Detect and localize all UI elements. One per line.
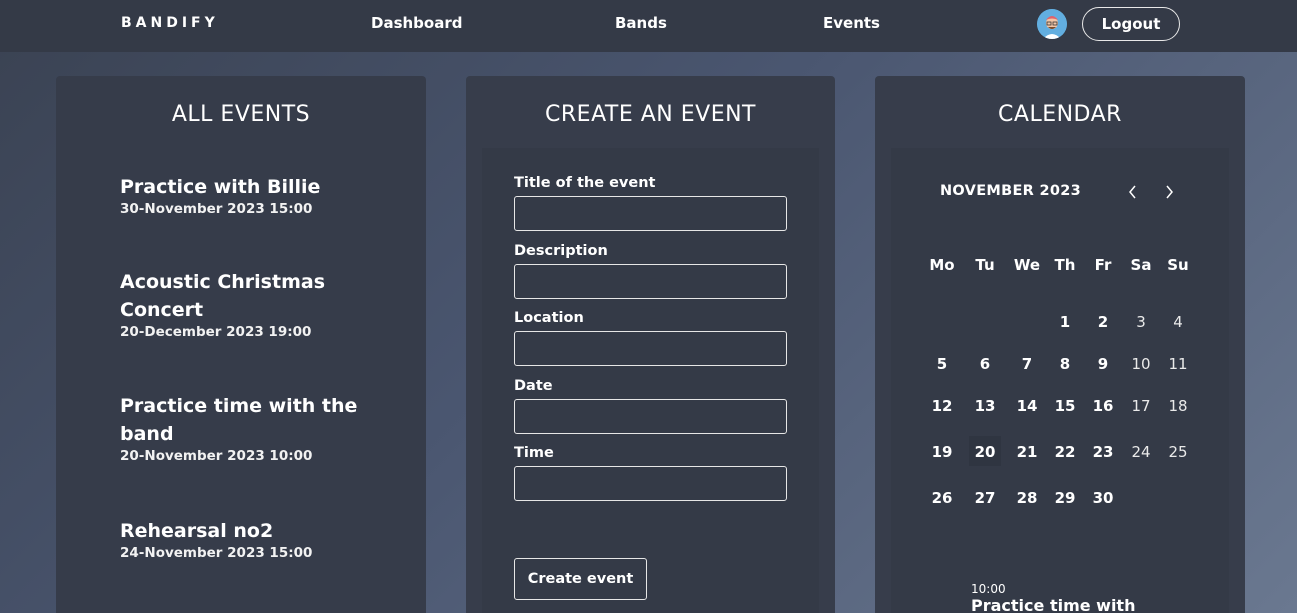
calendar-widget [891, 148, 1229, 613]
calendar-month-label: NOVEMBER 2023 [940, 183, 1082, 199]
calendar-title: CALENDAR [998, 102, 1122, 127]
time-label: Time [514, 445, 554, 461]
event-date: 20-November 2023 10:00 [120, 448, 313, 464]
nav-events-link[interactable]: Events [823, 14, 880, 32]
description-label: Description [514, 243, 608, 259]
event-title: Acoustic Christmas Concert [120, 271, 326, 321]
calendar-day[interactable]: 9 [1086, 355, 1120, 373]
event-list-item[interactable]: Rehearsal no2 24-November 2023 15:00 [120, 517, 360, 561]
calendar-day[interactable]: 17 [1124, 397, 1158, 415]
calendar-day[interactable]: 14 [1010, 397, 1044, 415]
calendar-day[interactable]: 12 [925, 397, 959, 415]
weekday-label: We [1013, 256, 1041, 274]
all-events-title: ALL EVENTS [171, 102, 311, 127]
calendar-day[interactable]: 19 [925, 443, 959, 461]
calendar-day[interactable]: 7 [1010, 355, 1044, 373]
calendar-day[interactable]: 3 [1124, 313, 1158, 331]
calendar-day[interactable]: 8 [1048, 355, 1082, 373]
calendar-day[interactable]: 25 [1161, 443, 1195, 461]
calendar-next-button[interactable] [1159, 180, 1179, 204]
description-input[interactable] [514, 264, 787, 299]
calendar-day[interactable]: 29 [1048, 489, 1082, 507]
calendar-day[interactable]: 22 [1048, 443, 1082, 461]
time-input[interactable] [514, 466, 787, 501]
top-nav: BANDIFY Dashboard Bands Events Logout [0, 0, 1297, 52]
event-list-item[interactable]: Acoustic Christmas Concert 20-December 2… [120, 268, 360, 340]
calendar-day[interactable]: 30 [1086, 489, 1120, 507]
event-list-item[interactable]: Practice time with the band 20-November … [120, 392, 360, 464]
weekday-label: Th [1054, 256, 1076, 274]
calendar-day[interactable]: 21 [1010, 443, 1044, 461]
chevron-left-icon [1129, 185, 1136, 199]
event-title: Practice with Billie [120, 176, 321, 198]
create-event-title: CREATE AN EVENT [545, 102, 756, 127]
location-input[interactable] [514, 331, 787, 366]
calendar-day[interactable]: 26 [925, 489, 959, 507]
event-title-input[interactable] [514, 196, 787, 231]
event-title: Practice time with the band [120, 395, 358, 445]
calendar-day[interactable]: 4 [1161, 313, 1195, 331]
event-date: 24-November 2023 15:00 [120, 545, 313, 561]
brand-logo[interactable]: BANDIFY [121, 15, 219, 31]
calendar-day[interactable]: 2 [1086, 313, 1120, 331]
weekday-label: Fr [1094, 256, 1112, 274]
calendar-prev-button[interactable] [1123, 180, 1143, 204]
calendar-day[interactable]: 28 [1010, 489, 1044, 507]
weekday-label: Sa [1130, 256, 1152, 274]
calendar-day[interactable]: 11 [1161, 355, 1195, 373]
calendar-day[interactable]: 5 [925, 355, 959, 373]
calendar-day[interactable]: 27 [968, 489, 1002, 507]
calendar-day[interactable]: 23 [1086, 443, 1120, 461]
calendar-event-title[interactable]: Practice time with [971, 596, 1135, 613]
event-title-label: Title of the event [514, 175, 656, 191]
logout-button[interactable]: Logout [1082, 7, 1180, 41]
create-event-button[interactable]: Create event [514, 558, 647, 600]
calendar-day[interactable]: 24 [1124, 443, 1158, 461]
chevron-right-icon [1166, 185, 1173, 199]
calendar-day[interactable]: 6 [968, 355, 1002, 373]
location-label: Location [514, 310, 584, 326]
calendar-day[interactable]: 13 [968, 397, 1002, 415]
event-list-item[interactable]: Practice with Billie 30-November 2023 15… [120, 173, 360, 217]
calendar-day-selected[interactable]: 20 [968, 443, 1002, 461]
weekday-label: Tu [975, 256, 995, 274]
weekday-label: Mo [929, 256, 955, 274]
event-date: 20-December 2023 19:00 [120, 324, 312, 340]
calendar-day[interactable]: 1 [1048, 313, 1082, 331]
calendar-day[interactable]: 18 [1161, 397, 1195, 415]
calendar-event-time: 10:00 [971, 582, 1006, 596]
calendar-day[interactable]: 16 [1086, 397, 1120, 415]
nav-bands-link[interactable]: Bands [615, 14, 667, 32]
avatar-icon [1037, 9, 1067, 39]
user-avatar[interactable] [1037, 9, 1067, 39]
calendar-day[interactable]: 10 [1124, 355, 1158, 373]
date-input[interactable] [514, 399, 787, 434]
date-label: Date [514, 378, 553, 394]
event-title: Rehearsal no2 [120, 520, 274, 542]
nav-dashboard-link[interactable]: Dashboard [371, 14, 462, 32]
event-date: 30-November 2023 15:00 [120, 201, 313, 217]
weekday-label: Su [1167, 256, 1189, 274]
calendar-day[interactable]: 15 [1048, 397, 1082, 415]
